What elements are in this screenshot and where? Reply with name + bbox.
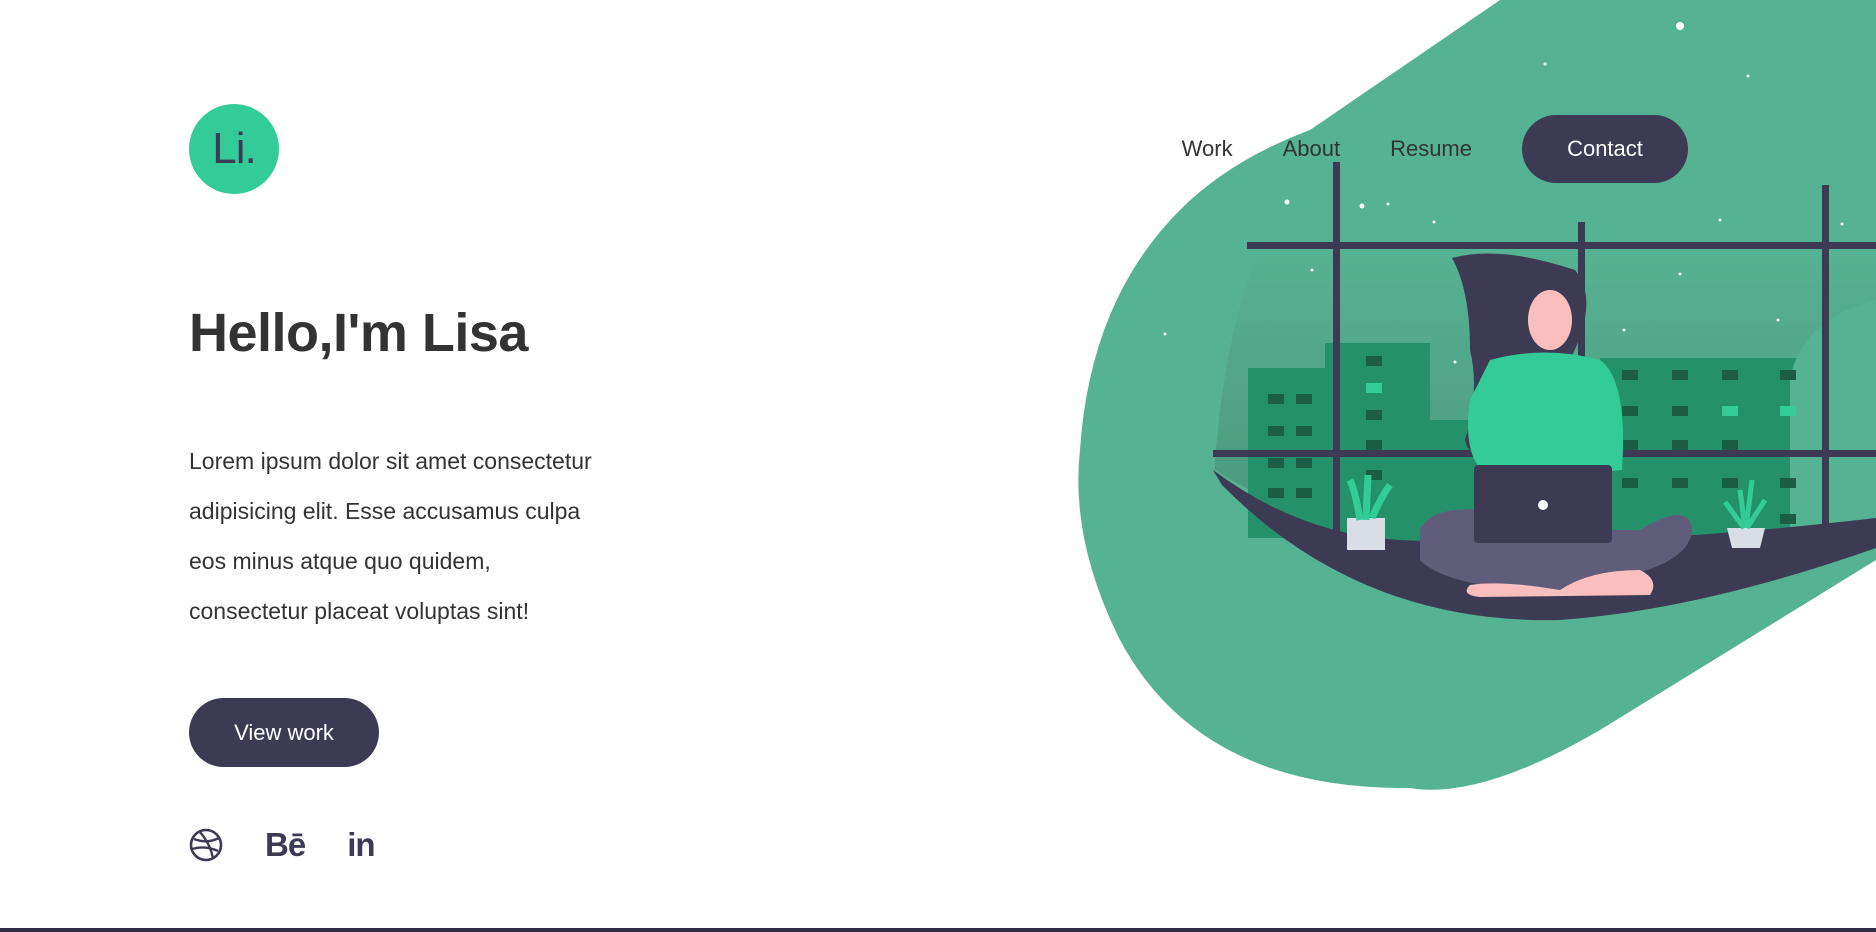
hero-text-line: Lorem ipsum dolor sit amet consectetur [189,448,592,474]
hero-title: Hello,I'm Lisa [189,303,528,363]
logo-text: Li. [212,124,256,173]
hero-text-line: eos minus atque quo quidem, [189,548,491,574]
linkedin-icon: in [347,826,375,863]
dribbble-icon [189,828,223,862]
logo[interactable]: Li. [189,104,279,194]
page: Li. Work About Resume Contact Hello,I'm … [0,0,1876,932]
behance-link[interactable]: Bē [265,826,306,864]
hero-text-line: adipisicing elit. Esse accusamus culpa [189,498,581,524]
hero-description: Lorem ipsum dolor sit amet consectetur a… [189,436,659,636]
behance-icon: Bē [265,826,306,863]
nav-resume-link[interactable]: Resume [1390,136,1472,162]
main-nav: Work About Resume Contact [1182,115,1688,183]
nav-work-link[interactable]: Work [1182,136,1233,162]
hero-text-line: consectetur placeat voluptas sint! [189,598,530,624]
nav-about-link[interactable]: About [1283,136,1341,162]
dribbble-link[interactable] [189,828,223,862]
view-work-button[interactable]: View work [189,698,379,767]
linkedin-link[interactable]: in [347,826,375,864]
contact-button[interactable]: Contact [1522,115,1688,183]
social-links: Bē in [189,826,417,864]
bottom-divider [0,928,1876,932]
